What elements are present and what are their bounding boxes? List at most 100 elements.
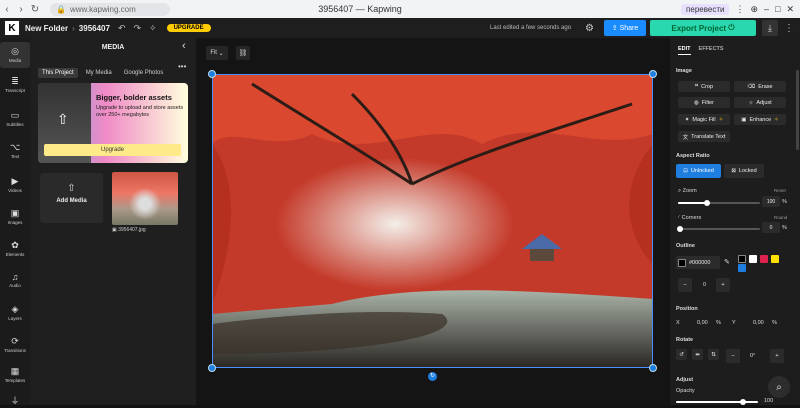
undo-icon[interactable]: ↶: [118, 23, 126, 34]
search-button[interactable]: ⌕: [768, 376, 790, 398]
rail-item-videos[interactable]: ▶ Videos: [0, 176, 30, 193]
flip-horizontal-icon: ⇹: [695, 351, 700, 358]
gear-icon[interactable]: ⚙: [585, 23, 594, 34]
swatch-red[interactable]: [760, 255, 768, 263]
globe-icon[interactable]: ⊕: [750, 4, 758, 15]
rail-item-templates[interactable]: ▦ Templates: [0, 366, 30, 383]
address-bar[interactable]: 🔒 www.kapwing.com: [50, 2, 170, 16]
resize-handle-top-right[interactable]: [649, 70, 657, 78]
position-x-input[interactable]: 0,00: [697, 320, 708, 326]
promo-upgrade-button[interactable]: Upgrade: [44, 144, 181, 156]
back-icon[interactable]: ‹: [0, 4, 14, 15]
tab-this-project[interactable]: This Project: [38, 68, 78, 78]
tab-edit[interactable]: EDIT: [678, 46, 691, 55]
rail-item-transcript[interactable]: ≣ Transcript: [0, 76, 30, 93]
swatch-blue[interactable]: [738, 264, 746, 272]
minus-icon: –: [683, 282, 687, 288]
download-button[interactable]: ⤓: [762, 20, 778, 36]
lightbulb-icon[interactable]: ✧: [149, 23, 157, 34]
opacity-slider-knob[interactable]: [740, 399, 746, 405]
rotate-left-button[interactable]: ↺: [676, 349, 687, 360]
magic-fill-button[interactable]: ✦ Magic Fill ✧: [678, 114, 730, 125]
forward-icon[interactable]: ›: [14, 4, 28, 15]
project-name[interactable]: 3956407: [79, 24, 110, 33]
link-icon[interactable]: ⛓: [236, 46, 250, 60]
menu-icon[interactable]: ⋮: [735, 4, 744, 15]
swatch-white[interactable]: [749, 255, 757, 263]
flip-horizontal-button[interactable]: ⇹: [692, 349, 703, 360]
rotate-decrease-button[interactable]: –: [726, 349, 740, 363]
translate-text-button[interactable]: 文 Translate Text: [678, 131, 730, 142]
templates-icon: ▦: [10, 366, 20, 376]
outline-width-value[interactable]: 0: [703, 282, 706, 288]
share-button[interactable]: ⇪ Share: [604, 20, 646, 36]
resize-handle-bottom-left[interactable]: [208, 364, 216, 372]
last-edited-status: Last edited a few seconds ago: [490, 25, 572, 31]
outline-color-swatch: [678, 258, 686, 267]
position-y-input[interactable]: 0,00: [753, 320, 764, 326]
close-icon[interactable]: ✕: [786, 4, 794, 15]
fit-dropdown[interactable]: Fit ⌄: [206, 46, 228, 60]
rail-item-elements[interactable]: ✿ Elements: [0, 240, 30, 257]
aspect-locked-button[interactable]: ⊠ Locked: [724, 164, 764, 178]
rail-item-images[interactable]: ▣ Images: [0, 208, 30, 225]
corners-slider[interactable]: [678, 228, 760, 230]
minimize-icon[interactable]: –: [764, 4, 769, 14]
zoom-slider[interactable]: [678, 202, 760, 204]
folder-name[interactable]: New Folder: [25, 24, 68, 33]
more-options-icon[interactable]: ⋮: [784, 23, 794, 34]
translate-label: перевести: [686, 4, 725, 14]
zoom-reset-link[interactable]: Reset: [774, 188, 786, 193]
rail-label: Subtitles: [6, 122, 24, 127]
tab-effects[interactable]: EFFECTS: [699, 46, 724, 55]
outline-color-input[interactable]: #000000: [676, 256, 720, 269]
outline-decrease-button[interactable]: –: [678, 278, 692, 292]
outline-increase-button[interactable]: +: [716, 278, 730, 292]
rotate-increase-button[interactable]: +: [770, 349, 784, 363]
adjust-button[interactable]: ☼ Adjust: [734, 97, 786, 108]
rotate-handle-icon[interactable]: ↻: [428, 372, 437, 381]
add-media-button[interactable]: ⇧ Add Media: [40, 173, 103, 223]
kapwing-logo-icon[interactable]: K: [5, 21, 19, 35]
rail-item-transitions[interactable]: ⟳ Transitions: [0, 336, 30, 353]
panel-scrollbar[interactable]: [796, 70, 799, 150]
erase-icon: ⌫: [747, 83, 756, 90]
zoom-slider-knob[interactable]: [703, 200, 710, 206]
rail-item-layers[interactable]: ◈ Layers: [0, 304, 30, 321]
media-thumbnail[interactable]: [112, 172, 178, 225]
plugin-icon[interactable]: ⏚: [0, 394, 30, 408]
rail-item-audio[interactable]: ♫ Audio: [0, 272, 30, 288]
resize-handle-top-left[interactable]: [208, 70, 216, 78]
reload-icon[interactable]: ↻: [28, 4, 42, 15]
translate-button[interactable]: перевести: [681, 3, 730, 15]
rotate-value[interactable]: 0°: [750, 353, 755, 359]
adjust-title: Adjust: [676, 377, 694, 383]
rail-item-text[interactable]: ⌥ Text: [0, 142, 30, 159]
resize-handle-bottom-right[interactable]: [649, 364, 657, 372]
crop-button[interactable]: ⌗ Crop: [678, 81, 730, 92]
swatch-black[interactable]: [738, 255, 746, 263]
media-options-icon[interactable]: •••: [178, 62, 186, 71]
tab-google-photos[interactable]: Google Photos: [120, 68, 168, 78]
swatch-yellow[interactable]: [771, 255, 779, 263]
corners-value-input[interactable]: 0: [762, 222, 780, 233]
subtitles-icon: ▭: [10, 110, 20, 120]
rail-item-media[interactable]: ◎ Media: [0, 42, 30, 68]
export-project-button[interactable]: Export Project ⏻: [650, 20, 756, 36]
enhance-button[interactable]: ▣ Enhance ✧: [734, 114, 786, 125]
aspect-unlocked-button[interactable]: ⊡ Unlocked: [676, 164, 721, 178]
rail-item-subtitles[interactable]: ▭ Subtitles: [0, 110, 30, 127]
filter-button[interactable]: ◍ Filter: [678, 97, 730, 108]
opacity-value[interactable]: 100: [764, 398, 773, 404]
plus-icon: +: [775, 353, 779, 359]
tab-my-media[interactable]: My Media: [82, 68, 116, 78]
maximize-icon[interactable]: □: [775, 4, 780, 14]
erase-button[interactable]: ⌫ Erase: [734, 81, 786, 92]
eyedropper-icon[interactable]: ✎: [724, 258, 730, 266]
corners-slider-knob[interactable]: [677, 226, 683, 232]
redo-icon[interactable]: ↷: [134, 23, 142, 34]
zoom-value-input[interactable]: 100: [762, 196, 780, 207]
flip-vertical-button[interactable]: ⇅: [708, 349, 719, 360]
upgrade-button[interactable]: UPGRADE: [166, 24, 211, 32]
collapse-panel-icon[interactable]: ‹: [182, 40, 186, 52]
